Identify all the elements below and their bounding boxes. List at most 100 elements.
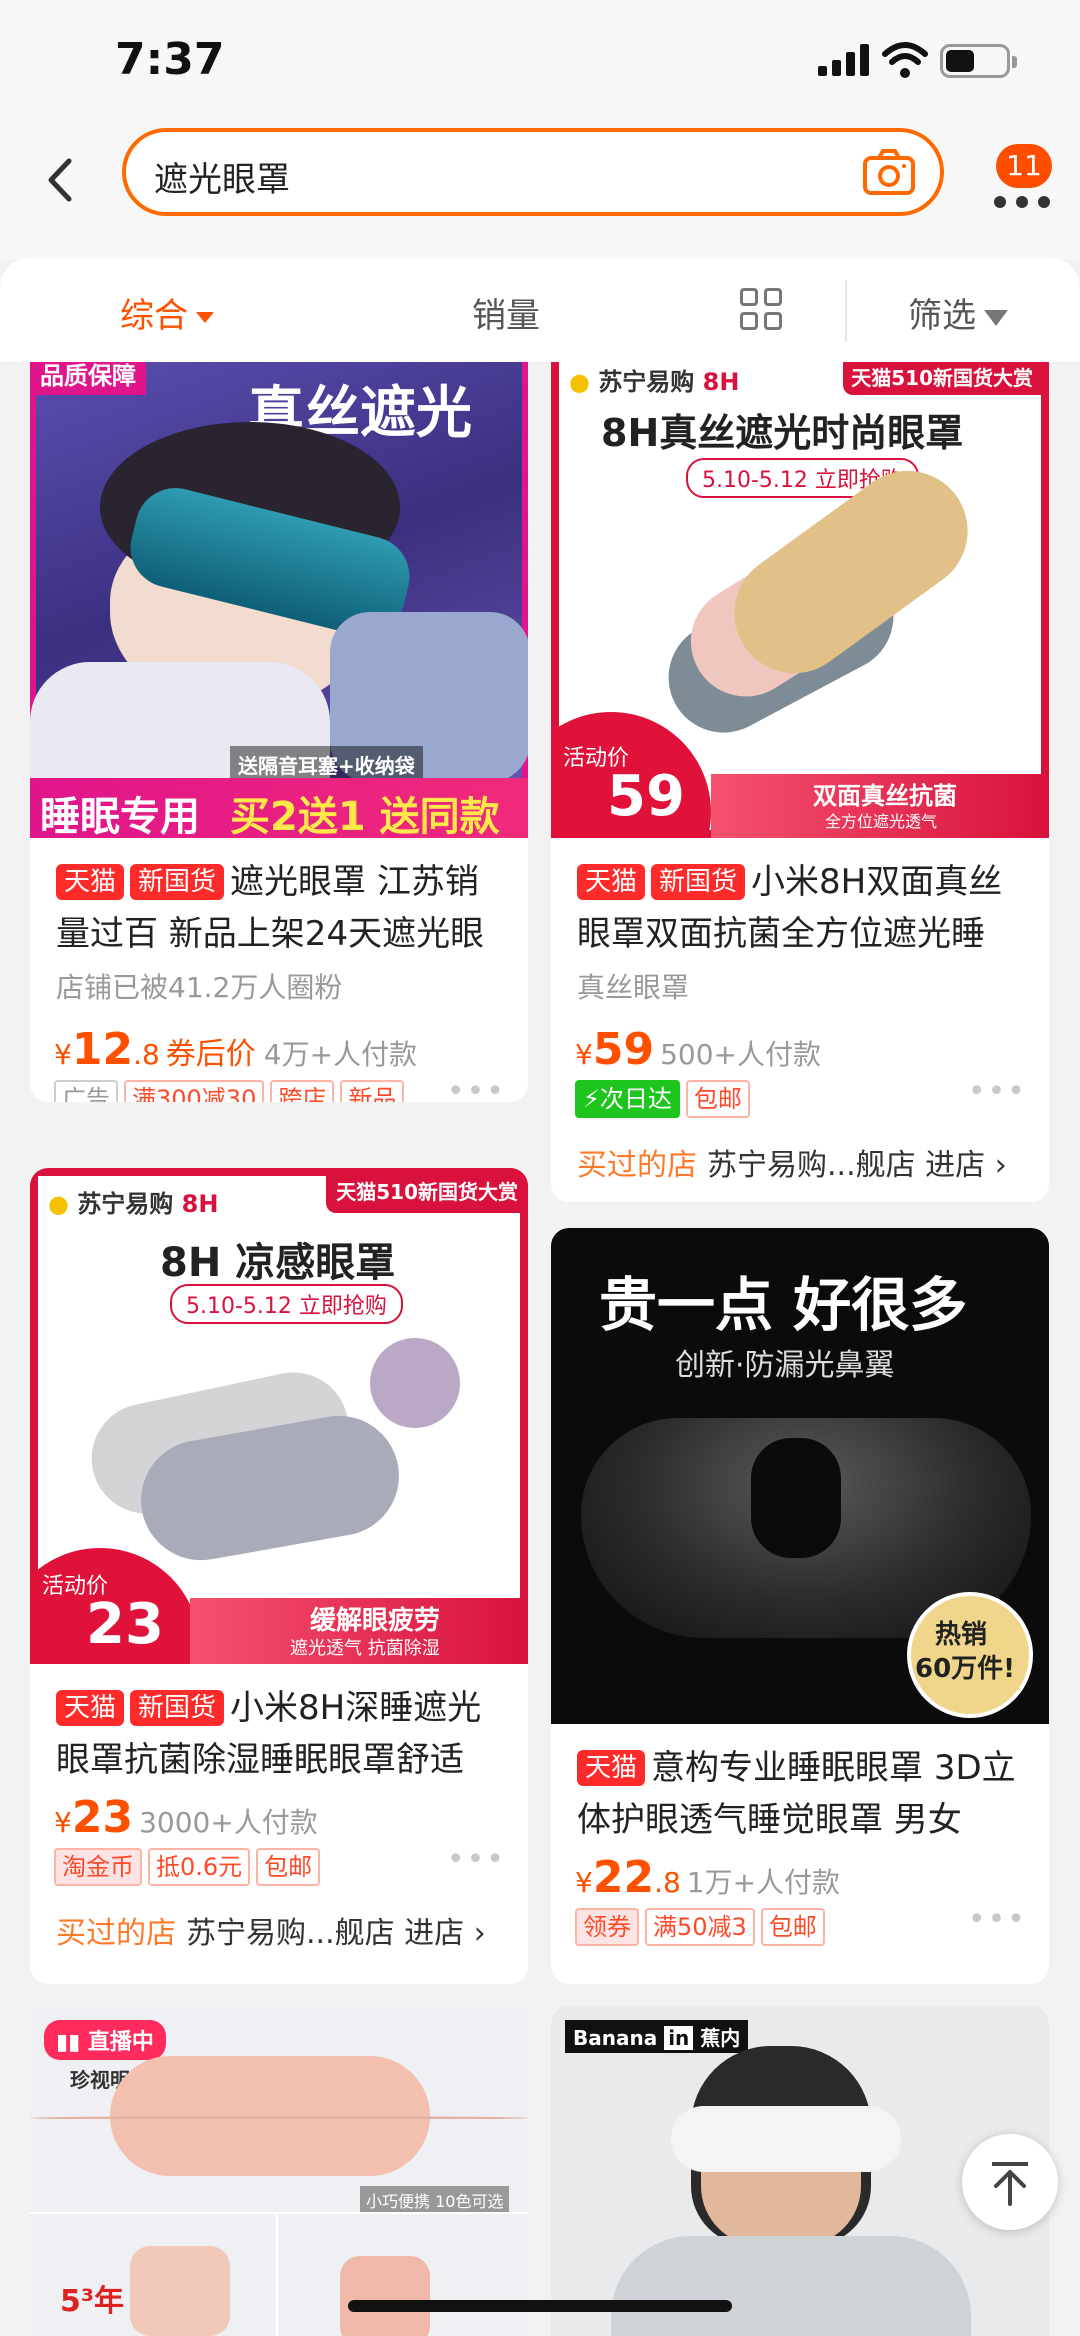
image-date: 5³年 [60, 2284, 125, 2319]
promo-text: 缓解眼疲劳 [310, 1606, 441, 1636]
status-bar: 7:37 [0, 0, 1080, 120]
price: 59 [592, 1024, 655, 1075]
product-image: 品质保障 真丝遮光 送隔音耳塞+收纳袋 睡眠专用 买2送1 送同款 [30, 362, 528, 838]
product-card-4[interactable]: 贵一点 好很多 创新·防漏光鼻翼 热销 60万件! 天猫 意构专业睡眠眼罩 3D立… [551, 1228, 1049, 1984]
product-category: 真丝眼罩 [577, 971, 690, 1004]
image-headline: 8H 凉感眼罩 [160, 1240, 396, 1286]
enter-shop[interactable]: 进店 [925, 1148, 985, 1183]
caret-down-icon [196, 312, 214, 323]
image-subheadline: 创新·防漏光鼻翼 [675, 1348, 895, 1383]
brand-logo: ● 苏宁易购 8H [48, 1190, 219, 1218]
more-dots-icon [994, 196, 1050, 208]
grid-view-icon[interactable] [740, 288, 784, 332]
more-options-icon[interactable]: ••• [447, 1842, 506, 1877]
tab-sales[interactable]: 销量 [472, 288, 540, 337]
event-badge: 天猫510新国货大赏 [326, 1168, 528, 1213]
promo-text: 双面真丝抗菌 [813, 782, 957, 810]
guochao-tag: 新国货 [130, 864, 225, 900]
next-day-tag: ⚡次日达 [575, 1080, 680, 1118]
divider [845, 280, 847, 342]
live-icon: ▮▮ [56, 2030, 81, 2055]
seal-line1: 热销 [935, 1620, 988, 1650]
shop-link[interactable]: 买过的店 苏宁易购...舰店 进店 › [577, 1140, 1007, 1184]
shop-link[interactable]: 买过的店 苏宁易购...舰店 进店 › [56, 1908, 486, 1952]
ad-tag: 广告 [54, 1080, 118, 1102]
product-card-2[interactable]: ● 苏宁易购 8H 天猫510新国货大赏 8H真丝遮光时尚眼罩 5.10-5.1… [551, 362, 1049, 1202]
sales-count: 3000+人付款 [139, 1806, 318, 1839]
more-options-icon[interactable]: ••• [968, 1902, 1027, 1937]
message-count-badge: 11 [996, 144, 1052, 188]
product-image: ▮▮ 直播中 珍视明 小巧便携 10色可选 5³年 [30, 2006, 528, 2336]
wifi-icon [882, 42, 928, 78]
sales-count: 500+人付款 [660, 1038, 821, 1071]
price-row: ¥23 3000+人付款 [54, 1792, 318, 1843]
product-image: ● 苏宁易购 8H 天猫510新国货大赏 8H 凉感眼罩 5.10-5.12 立… [30, 1168, 528, 1664]
back-to-top-button[interactable] [962, 2134, 1058, 2230]
free-shipping-tag: 包邮 [256, 1848, 321, 1886]
sales-count: 4万+人付款 [263, 1038, 418, 1071]
more-options-icon[interactable]: ••• [968, 1074, 1027, 1109]
image-headline: 8H真丝遮光时尚眼罩 [601, 411, 964, 455]
price: 23 [71, 1792, 134, 1843]
banner-left: 睡眠专用 [40, 794, 200, 838]
camera-icon[interactable] [862, 148, 916, 196]
tab-filter[interactable]: 筛选 [908, 288, 1008, 337]
promo-sub: 遮光透气 抗菌除湿 [290, 1638, 440, 1659]
deduction-tag: 抵0.6元 [148, 1848, 251, 1886]
image-note: 小巧便携 10色可选 [360, 2186, 510, 2214]
tmall-tag: 天猫 [56, 864, 125, 900]
brand-logo: Banana in 蕉内 [565, 2020, 749, 2053]
guochao-tag: 新国货 [130, 1690, 225, 1726]
banner-right: 买2送1 送同款 [230, 794, 500, 838]
price: 12 [71, 1024, 134, 1075]
tmall-tag: 天猫 [577, 1750, 646, 1786]
price-row: ¥12.8 券后价 4万+人付款 [54, 1024, 418, 1075]
seal-line2: 60万件! [915, 1654, 1016, 1684]
filter-icon [984, 309, 1008, 326]
coupon-tag: 领券 [575, 1908, 639, 1946]
product-title: 天猫 新国货 小米8H双面真丝眼罩双面抗菌全方位遮光睡 [577, 862, 1003, 954]
search-header: 遮光眼罩 11 [0, 120, 1080, 260]
product-card-1[interactable]: 品质保障 真丝遮光 送隔音耳塞+收纳袋 睡眠专用 买2送1 送同款 天猫 新国货遮… [30, 362, 528, 1102]
promo-tags: 领券 满50减3 包邮 [575, 1908, 831, 1946]
more-options-icon[interactable]: ••• [447, 1074, 506, 1102]
sales-count: 1万+人付款 [686, 1866, 841, 1899]
sort-tabs: 综合 销量 筛选 [0, 258, 1080, 362]
search-query: 遮光眼罩 [154, 160, 290, 200]
product-card-3[interactable]: ● 苏宁易购 8H 天猫510新国货大赏 8H 凉感眼罩 5.10-5.12 立… [30, 1168, 528, 1984]
promo-tags: 淘金币 抵0.6元 包邮 [54, 1848, 326, 1886]
promo-sub: 全方位遮光透气 [825, 812, 938, 831]
enter-shop[interactable]: 进店 [404, 1916, 464, 1951]
event-date: 5.10-5.12 立即抢购 [170, 1284, 403, 1324]
guochao-tag: 新国货 [651, 864, 746, 900]
shop-name: 苏宁易购...舰店 [707, 1148, 916, 1183]
taojinbi-tag: 淘金币 [54, 1848, 142, 1886]
quality-badge: 品质保障 [30, 362, 146, 395]
cellular-signal-icon [818, 44, 870, 76]
cross-store-tag: 跨店 [270, 1080, 335, 1102]
price-row: ¥22.8 1万+人付款 [575, 1852, 841, 1903]
product-title: 天猫 意构专业睡眠眼罩 3D立体护眼透气睡觉眼罩 男女 [577, 1748, 1016, 1840]
promo-price: 23 [86, 1592, 164, 1657]
clock: 7:37 [115, 34, 225, 85]
promo-tags: ⚡次日达 包邮 [575, 1080, 756, 1118]
free-shipping-tag: 包邮 [685, 1080, 750, 1118]
shop-fans: 店铺已被41.2万人圈粉 [56, 971, 343, 1004]
price: 22 [592, 1852, 655, 1903]
more-menu-button[interactable]: 11 [990, 144, 1062, 212]
price-row: ¥59 500+人付款 [575, 1024, 821, 1075]
back-button[interactable] [30, 150, 90, 210]
search-input[interactable]: 遮光眼罩 [122, 128, 944, 216]
promo-tags: 广告 满300减30 跨店 新品 [54, 1080, 410, 1102]
product-title: 天猫 新国货 遮光眼罩 江苏销量过百 新品上架24天遮光眼 [56, 862, 485, 954]
tmall-tag: 天猫 [56, 1690, 125, 1726]
product-image: ● 苏宁易购 8H 天猫510新国货大赏 8H真丝遮光时尚眼罩 5.10-5.1… [551, 362, 1049, 838]
shop-name: 苏宁易购...舰店 [186, 1916, 395, 1951]
promo-price: 59 [607, 764, 685, 829]
tab-comprehensive[interactable]: 综合 [120, 288, 214, 337]
brand-logo: ● 苏宁易购 8H [569, 368, 740, 396]
product-card-5[interactable]: ▮▮ 直播中 珍视明 小巧便携 10色可选 5³年 [30, 2006, 528, 2336]
live-badge: ▮▮ 直播中 [44, 2020, 166, 2060]
chevron-right-icon: › [473, 1916, 486, 1951]
discount-tag: 满300减30 [124, 1080, 265, 1102]
